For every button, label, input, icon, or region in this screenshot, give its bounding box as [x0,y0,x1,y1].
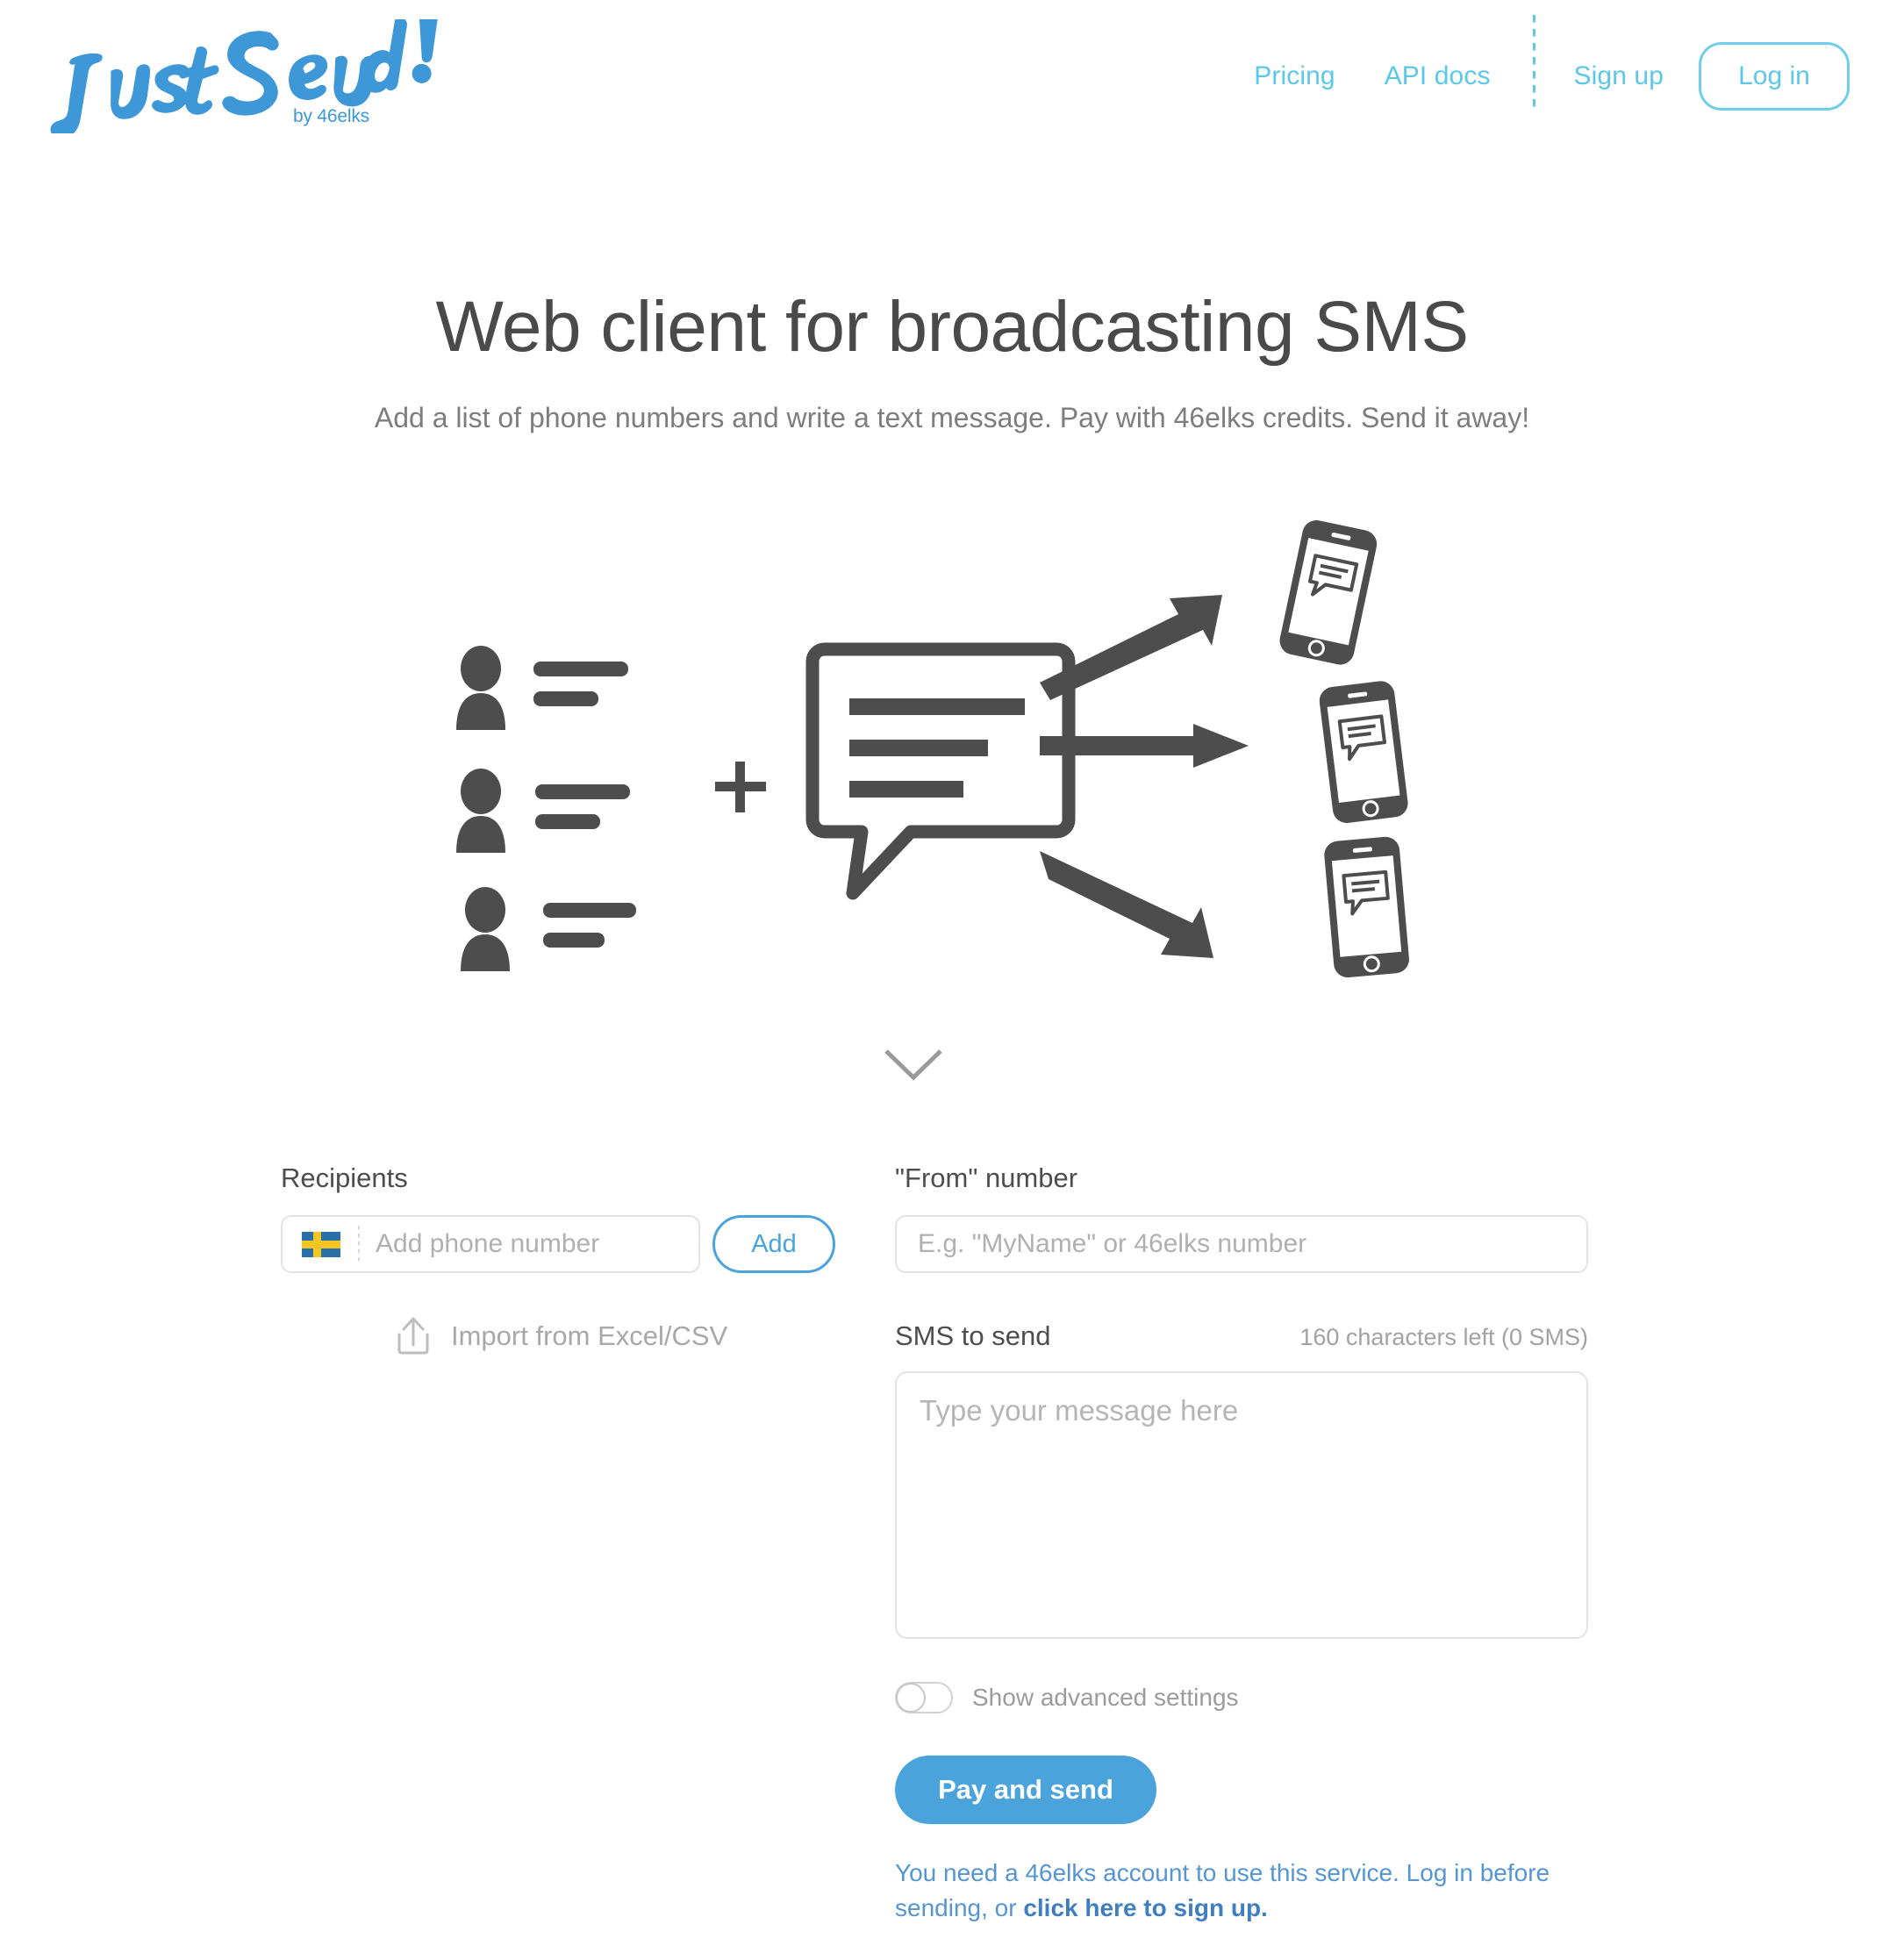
from-number-input[interactable] [895,1215,1588,1273]
phone-icon [1324,836,1409,978]
recipients-input-row: Add [281,1215,842,1273]
page-root: by 46elks Pricing API docs Sign up Log i… [0,0,1904,1953]
sms-header-row: SMS to send 160 characters left (0 SMS) [895,1320,1588,1352]
import-csv-action[interactable]: Import from Excel/CSV [393,1315,842,1357]
person-icon [456,769,630,853]
recipients-column: Recipients Add Import [281,1162,842,1357]
input-divider [358,1226,360,1263]
advanced-settings-toggle-row[interactable]: Show advanced settings [895,1682,1588,1713]
main-navigation: Pricing API docs Sign up Log in [1254,15,1850,111]
nav-link-api-docs[interactable]: API docs [1385,61,1491,91]
chevron-down-icon [884,1049,942,1081]
page-title: Web client for broadcasting SMS [435,287,1469,367]
nav-divider [1532,15,1535,110]
phone-number-input[interactable] [376,1218,714,1270]
just-send-logo-icon [50,19,439,133]
arrow-icon [1040,851,1213,958]
person-icon [456,646,628,730]
page-subtitle: Add a list of phone numbers and write a … [374,402,1530,434]
plus-icon [715,762,766,812]
hero-section: Web client for broadcasting SMS Add a li… [0,287,1904,434]
login-button[interactable]: Log in [1699,42,1850,111]
site-header: by 46elks Pricing API docs Sign up Log i… [0,0,1904,149]
logo-byline: by 46elks [293,106,369,126]
advanced-settings-label: Show advanced settings [972,1684,1239,1711]
site-logo[interactable]: by 46elks [46,19,476,151]
nav-link-pricing[interactable]: Pricing [1254,61,1335,91]
person-icon [461,887,636,971]
recipients-label: Recipients [281,1162,408,1193]
upload-icon [397,1317,429,1355]
sms-to-send-label: SMS to send [895,1320,1051,1351]
add-recipient-button[interactable]: Add [712,1215,835,1273]
broadcast-illustration [421,500,1474,1009]
advanced-settings-toggle[interactable] [895,1682,953,1713]
phone-input-wrapper[interactable] [281,1215,714,1273]
nav-link-sign-up[interactable]: Sign up [1574,61,1664,91]
phone-icon [1319,681,1408,824]
message-column: "From" number SMS to send 160 characters… [895,1162,1588,1926]
speech-bubble-icon [805,642,1076,900]
from-number-label: "From" number [895,1162,1078,1193]
scroll-down-hint[interactable] [883,1046,944,1083]
toggle-knob [896,1683,926,1713]
message-textarea[interactable] [895,1371,1588,1639]
character-counter: 160 characters left (0 SMS) [1299,1324,1588,1350]
illustration-svg [456,519,1409,978]
pay-and-send-button[interactable]: Pay and send [895,1756,1156,1824]
sign-up-link[interactable]: click here to sign up. [1023,1894,1268,1921]
sweden-flag-icon [302,1231,340,1257]
phone-icon [1279,519,1378,665]
import-csv-label: Import from Excel/CSV [451,1320,728,1351]
account-notice: You need a 46elks account to use this se… [895,1856,1597,1926]
